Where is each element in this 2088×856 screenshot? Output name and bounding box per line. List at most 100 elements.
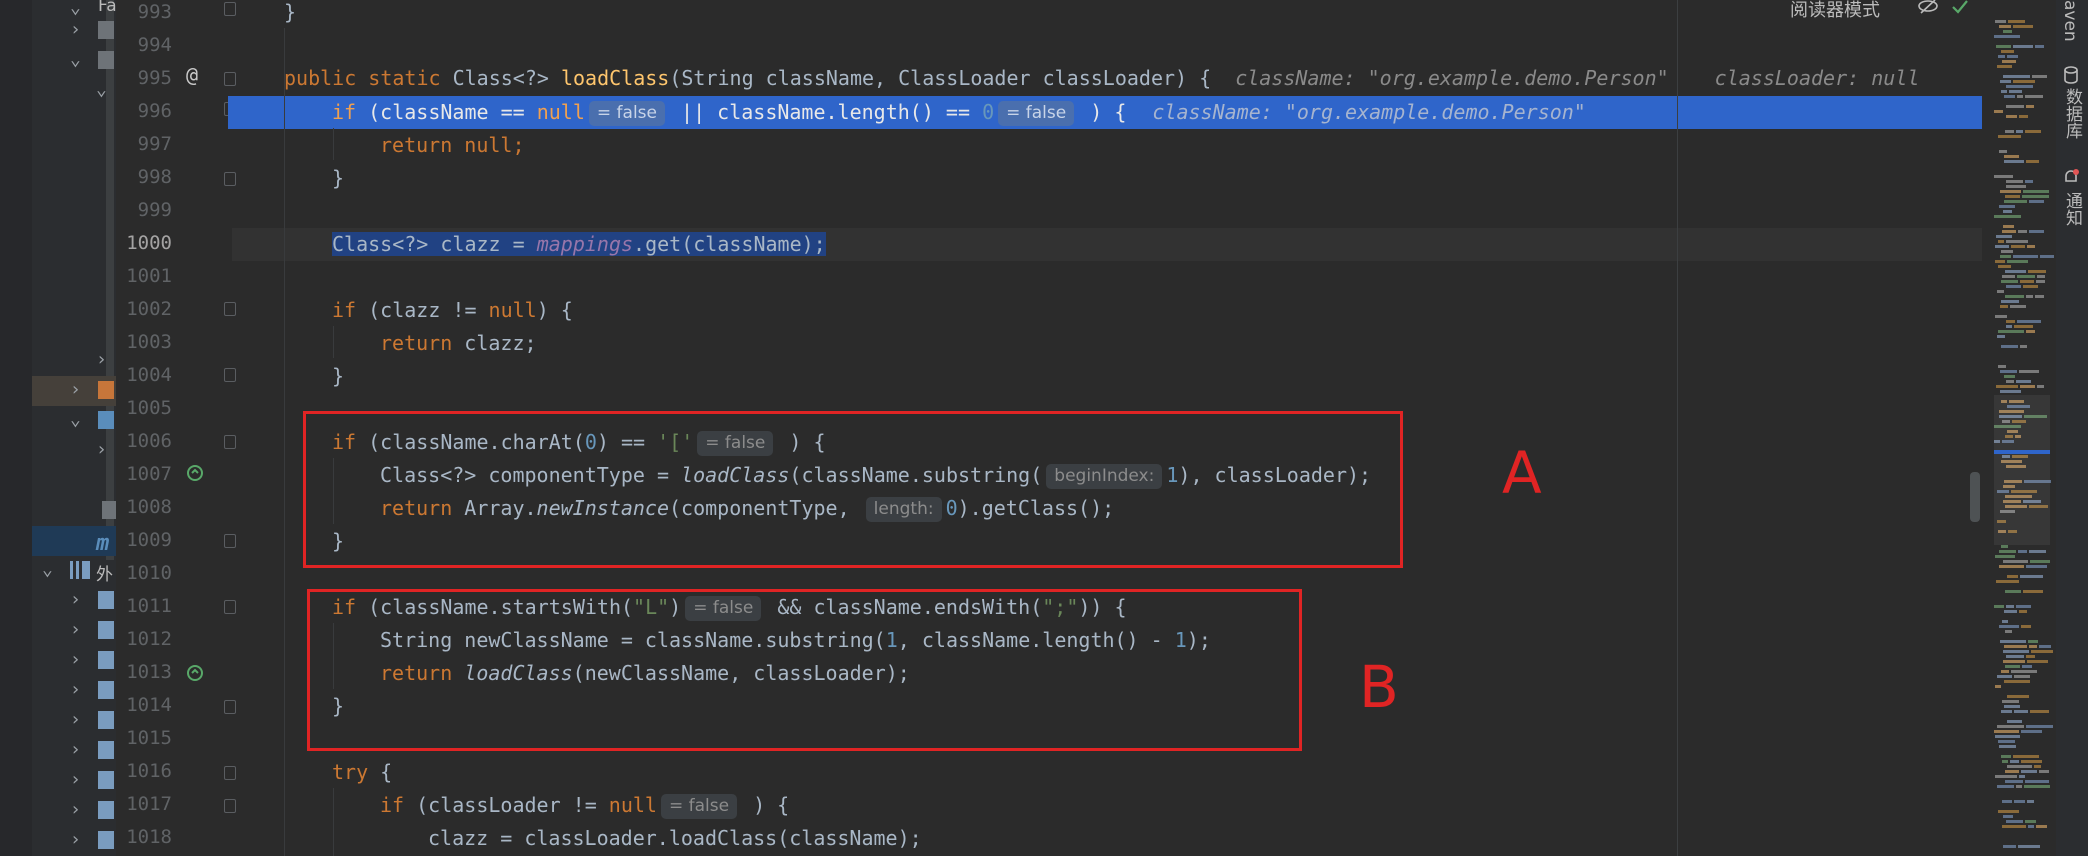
notifications-tool-button[interactable]: 通知 [2060,192,2085,226]
chevron-right-icon[interactable]: › [70,651,86,669]
reader-mode-toggle[interactable]: 阅读器模式 [1790,0,1880,22]
line-number[interactable]: 1004 [116,359,172,392]
tree-row[interactable]: › [32,16,116,46]
line-number[interactable]: 1015 [116,722,172,755]
code-line-995[interactable]: public static Class<?> loadClass(String … [284,62,1919,95]
chevron-right-icon[interactable]: › [70,591,86,609]
tree-row[interactable]: › [32,706,116,736]
chevron-right-icon[interactable]: › [70,21,86,39]
minimap-viewport[interactable] [1994,395,2050,545]
minimap-line [1998,810,2019,813]
chevron-right-icon[interactable]: › [96,351,112,369]
code-line-1004[interactable]: } [332,360,344,393]
code-line-1003[interactable]: return clazz; [380,327,537,360]
chevron-right-icon[interactable]: › [70,771,86,789]
annotation-label-a: A [1502,439,1542,507]
chevron-right-icon[interactable]: › [70,741,86,759]
line-number[interactable]: 1017 [116,788,172,821]
minimap-line [2006,320,2015,323]
code-line-1017[interactable]: if (classLoader != null = false ) { [380,789,789,822]
line-number[interactable]: 993 [116,0,172,29]
tree-row[interactable]: › [32,676,116,706]
code-line-997[interactable]: return null; [380,129,525,162]
code-line-996[interactable]: if (className == null = false || classNam… [332,96,1586,129]
code-line-998[interactable]: } [332,162,344,195]
recursive-call-icon[interactable] [186,464,204,482]
line-number[interactable]: 1005 [116,392,172,425]
line-number[interactable]: 1014 [116,689,172,722]
line-number[interactable]: 1018 [116,821,172,854]
tree-row[interactable]: ⌄ [32,406,116,436]
tree-row[interactable]: › [32,736,116,766]
tree-row[interactable]: ⌄ [32,46,116,76]
inline-hint-false: = false [660,794,738,819]
chevron-right-icon[interactable]: › [70,621,86,639]
tree-row[interactable]: › [32,346,116,376]
check-icon[interactable] [1951,0,1969,14]
line-number[interactable]: 994 [116,29,172,62]
code-line-993[interactable]: } [284,0,296,29]
line-number[interactable]: 1010 [116,557,172,590]
line-number[interactable]: 995 [116,62,172,95]
recursive-call-icon[interactable] [186,664,204,682]
eye-off-icon[interactable] [1917,0,1939,16]
tree-row[interactable]: › [32,646,116,676]
tree-row[interactable] [32,496,118,526]
minimap-line [2025,180,2033,183]
tree-row-active[interactable]: m [32,526,116,556]
maven-tool-button[interactable]: aven [2060,0,2080,42]
line-number[interactable]: 1006 [116,425,172,458]
line-number[interactable]: 999 [116,194,172,227]
line-number[interactable]: 1003 [116,326,172,359]
chevron-right-icon[interactable]: › [96,441,112,459]
chevron-right-icon[interactable]: › [70,831,86,849]
tree-row[interactable]: › [32,616,116,646]
code-line-1018[interactable]: clazz = classLoader.loadClass(className)… [428,822,922,855]
line-number[interactable]: 998 [116,161,172,194]
line-number[interactable]: 1008 [116,491,172,524]
code-line-1016[interactable]: try { [332,756,392,789]
tree-row-external-libs[interactable]: ⌄ 外 [32,556,116,586]
minimap-line [2003,650,2029,653]
tree-row[interactable]: › [32,826,116,856]
line-number[interactable]: 1002 [116,293,172,326]
minimap-line [1999,150,2007,153]
minimap-line [2002,700,2019,703]
database-tool-button[interactable]: 数据库 [2060,88,2085,139]
tree-row[interactable]: › [32,436,116,466]
line-number[interactable]: 997 [116,128,172,161]
editor-scrollbar-thumb[interactable] [1970,472,1980,522]
minimap-line [2022,195,2049,198]
tree-row[interactable]: › [32,796,116,826]
chevron-down-icon[interactable]: ⌄ [96,81,112,99]
line-number[interactable]: 1007 [116,458,172,491]
minimap-line [2016,785,2022,788]
code-minimap[interactable] [1984,0,2056,856]
line-number[interactable]: 1013 [116,656,172,689]
override-at-icon[interactable]: @ [186,65,204,85]
tree-row[interactable]: › [32,766,116,796]
line-number[interactable]: 1012 [116,623,172,656]
chevron-right-icon[interactable]: › [70,711,86,729]
line-number[interactable]: 1000 [116,227,172,260]
code-line-1000[interactable]: Class<?> clazz = mappings.get(className)… [332,228,826,261]
code-line-1002[interactable]: if (clazz != null) { [332,294,573,327]
minimap-line [2003,815,2013,818]
line-number[interactable]: 1001 [116,260,172,293]
minimap-line [1995,735,2020,738]
line-number[interactable]: 1011 [116,590,172,623]
tree-row[interactable]: ⌄ [32,76,116,106]
chevron-down-icon[interactable]: ⌄ [42,561,58,579]
tree-row[interactable]: › [32,586,116,616]
chevron-right-icon[interactable]: › [70,681,86,699]
line-number[interactable]: 1009 [116,524,172,557]
line-number[interactable]: 1016 [116,755,172,788]
chevron-down-icon[interactable]: ⌄ [70,51,86,69]
line-number[interactable]: 996 [116,95,172,128]
minimap-line [2006,605,2014,608]
chevron-right-icon[interactable]: › [70,801,86,819]
tree-row-selected[interactable]: › [32,376,116,406]
chevron-down-icon[interactable]: ⌄ [70,411,86,429]
chevron-right-icon[interactable]: › [70,381,86,399]
chevron-down-icon[interactable]: ⌄ [70,0,86,17]
